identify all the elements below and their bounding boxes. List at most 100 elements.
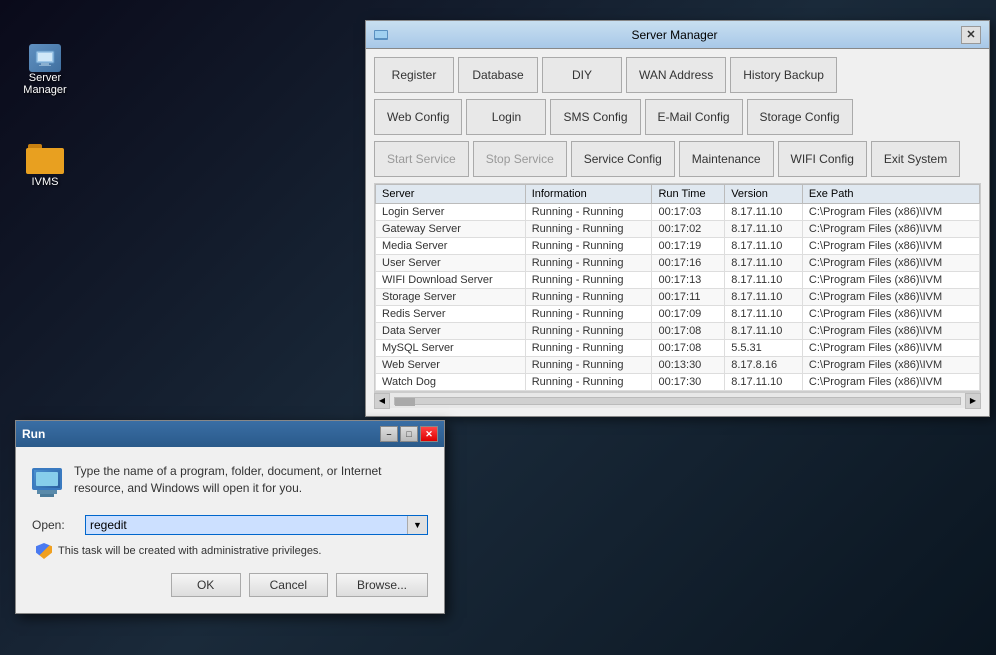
- table-row[interactable]: Web ServerRunning - Running00:13:308.17.…: [376, 357, 980, 374]
- cell-info: Running - Running: [525, 255, 652, 272]
- uac-shield-icon: [36, 543, 52, 559]
- table-row[interactable]: WIFI Download ServerRunning - Running00:…: [376, 272, 980, 289]
- run-input-field[interactable]: [86, 516, 407, 534]
- run-ok-button[interactable]: OK: [171, 573, 241, 597]
- toolbar-row-1: Register Database DIY WAN Address Histor…: [374, 57, 981, 93]
- run-description: Type the name of a program, folder, docu…: [74, 463, 428, 497]
- table-row[interactable]: Data ServerRunning - Running00:17:088.17…: [376, 323, 980, 340]
- login-button[interactable]: Login: [466, 99, 546, 135]
- exit-system-button[interactable]: Exit System: [871, 141, 960, 177]
- col-header-info: Information: [525, 185, 652, 204]
- computer-stand: [40, 494, 54, 497]
- ivms-icon-img: [26, 144, 64, 176]
- monitor-shape: [32, 468, 62, 490]
- email-config-button[interactable]: E-Mail Config: [645, 99, 743, 135]
- stop-service-button[interactable]: Stop Service: [473, 141, 567, 177]
- cell-info: Running - Running: [525, 289, 652, 306]
- cell-path: C:\Program Files (x86)\IVM: [802, 272, 979, 289]
- table-row[interactable]: Login ServerRunning - Running00:17:038.1…: [376, 204, 980, 221]
- storage-config-button[interactable]: Storage Config: [747, 99, 853, 135]
- web-config-button[interactable]: Web Config: [374, 99, 462, 135]
- cell-path: C:\Program Files (x86)\IVM: [802, 340, 979, 357]
- cell-server: User Server: [376, 255, 526, 272]
- run-maximize-button[interactable]: □: [400, 426, 418, 442]
- database-button[interactable]: Database: [458, 57, 538, 93]
- cell-server: Gateway Server: [376, 221, 526, 238]
- server-manager-title-icon: [374, 28, 388, 42]
- cell-version: 8.17.8.16: [725, 357, 803, 374]
- toolbar-row-2: Web Config Login SMS Config E-Mail Confi…: [374, 99, 981, 135]
- table-row[interactable]: Gateway ServerRunning - Running00:17:028…: [376, 221, 980, 238]
- scroll-left-arrow[interactable]: ◀: [374, 393, 390, 409]
- run-computer-icon: [32, 463, 62, 501]
- run-close-button[interactable]: ✕: [420, 426, 438, 442]
- cell-server: Redis Server: [376, 306, 526, 323]
- maintenance-button[interactable]: Maintenance: [679, 141, 774, 177]
- wan-address-button[interactable]: WAN Address: [626, 57, 726, 93]
- start-service-button[interactable]: Start Service: [374, 141, 469, 177]
- table-row[interactable]: Media ServerRunning - Running00:17:198.1…: [376, 238, 980, 255]
- desktop: Server Manager IVMS Server Manager ✕ Reg…: [0, 0, 996, 655]
- cell-info: Running - Running: [525, 238, 652, 255]
- cell-path: C:\Program Files (x86)\IVM: [802, 238, 979, 255]
- cell-server: Media Server: [376, 238, 526, 255]
- cell-version: 8.17.11.10: [725, 272, 803, 289]
- cell-info: Running - Running: [525, 306, 652, 323]
- cell-version: 8.17.11.10: [725, 374, 803, 391]
- cell-runtime: 00:17:30: [652, 374, 725, 391]
- cell-version: 8.17.11.10: [725, 323, 803, 340]
- diy-button[interactable]: DIY: [542, 57, 622, 93]
- server-manager-titlebar: Server Manager ✕: [366, 21, 989, 49]
- history-backup-button[interactable]: History Backup: [730, 57, 837, 93]
- cell-info: Running - Running: [525, 340, 652, 357]
- run-dialog-title: Run: [22, 427, 45, 441]
- cell-path: C:\Program Files (x86)\IVM: [802, 204, 979, 221]
- ivms-label: IVMS: [32, 176, 59, 188]
- run-dialog-body: Type the name of a program, folder, docu…: [16, 447, 444, 613]
- cell-path: C:\Program Files (x86)\IVM: [802, 221, 979, 238]
- cell-server: WIFI Download Server: [376, 272, 526, 289]
- table-row[interactable]: Storage ServerRunning - Running00:17:118…: [376, 289, 980, 306]
- wifi-config-button[interactable]: WIFI Config: [778, 141, 867, 177]
- service-config-button[interactable]: Service Config: [571, 141, 675, 177]
- cell-runtime: 00:17:02: [652, 221, 725, 238]
- server-manager-label: Server Manager: [14, 72, 76, 96]
- table-row[interactable]: User ServerRunning - Running00:17:168.17…: [376, 255, 980, 272]
- sidebar-item-server-manager[interactable]: Server Manager: [10, 40, 80, 100]
- run-header: Type the name of a program, folder, docu…: [32, 463, 428, 501]
- cell-server: Data Server: [376, 323, 526, 340]
- sidebar-item-ivms[interactable]: IVMS: [10, 140, 80, 192]
- cell-runtime: 00:17:03: [652, 204, 725, 221]
- register-button[interactable]: Register: [374, 57, 454, 93]
- cell-runtime: 00:17:09: [652, 306, 725, 323]
- server-manager-body: Register Database DIY WAN Address Histor…: [366, 49, 989, 416]
- run-dialog: Run – □ ✕ Type the name of a: [15, 420, 445, 614]
- run-minimize-button[interactable]: –: [380, 426, 398, 442]
- run-admin-text: This task will be created with administr…: [58, 545, 322, 557]
- scroll-track[interactable]: [394, 397, 961, 405]
- server-manager-close-button[interactable]: ✕: [961, 26, 981, 44]
- table-row[interactable]: Redis ServerRunning - Running00:17:098.1…: [376, 306, 980, 323]
- cell-server: Storage Server: [376, 289, 526, 306]
- horizontal-scrollbar[interactable]: ◀ ▶: [374, 392, 981, 408]
- run-admin-notice: This task will be created with administr…: [32, 543, 428, 559]
- scroll-right-arrow[interactable]: ▶: [965, 393, 981, 409]
- toolbar-row-3: Start Service Stop Service Service Confi…: [374, 141, 981, 177]
- cell-runtime: 00:13:30: [652, 357, 725, 374]
- cell-runtime: 00:17:08: [652, 323, 725, 340]
- cell-info: Running - Running: [525, 272, 652, 289]
- scroll-thumb[interactable]: [395, 398, 415, 406]
- run-browse-button[interactable]: Browse...: [336, 573, 428, 597]
- sms-config-button[interactable]: SMS Config: [550, 99, 640, 135]
- table-row[interactable]: Watch DogRunning - Running00:17:308.17.1…: [376, 374, 980, 391]
- run-input-row: Open: ▼: [32, 515, 428, 535]
- server-table: Server Information Run Time Version Exe …: [375, 184, 980, 391]
- cell-runtime: 00:17:11: [652, 289, 725, 306]
- run-dropdown-button[interactable]: ▼: [407, 516, 427, 534]
- table-row[interactable]: MySQL ServerRunning - Running00:17:085.5…: [376, 340, 980, 357]
- run-cancel-button[interactable]: Cancel: [249, 573, 328, 597]
- run-titlebar-controls: – □ ✕: [380, 426, 438, 442]
- cell-path: C:\Program Files (x86)\IVM: [802, 374, 979, 391]
- server-manager-window: Server Manager ✕ Register Database DIY W…: [365, 20, 990, 417]
- cell-info: Running - Running: [525, 221, 652, 238]
